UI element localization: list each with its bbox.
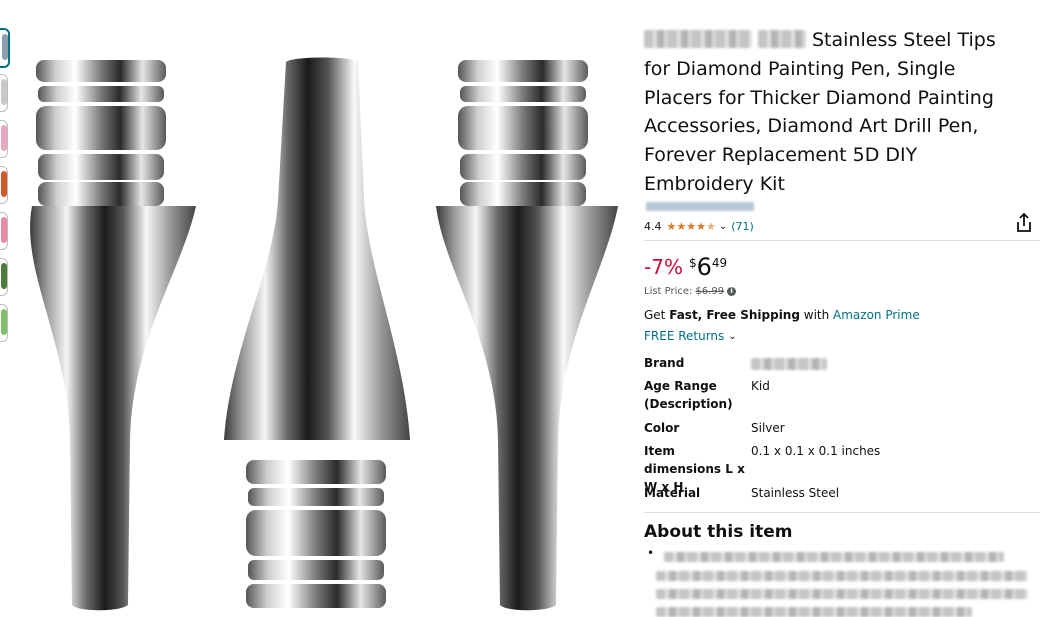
thumbnail-4[interactable] bbox=[0, 166, 8, 204]
redacted-bullet-text bbox=[656, 571, 1028, 581]
redacted-brand-text bbox=[644, 29, 752, 48]
price-block: -7% $ 6 49 bbox=[644, 253, 727, 281]
star-icon: ★ bbox=[696, 220, 706, 233]
spec-key: Brand bbox=[644, 356, 685, 370]
thumbnail-2[interactable] bbox=[0, 74, 8, 112]
tip-middle bbox=[224, 57, 410, 608]
tip-left bbox=[30, 60, 196, 611]
redacted-store-link[interactable] bbox=[646, 202, 754, 211]
spec-value bbox=[751, 354, 827, 372]
list-price-label: List Price: bbox=[644, 286, 693, 297]
thumbnail-1[interactable] bbox=[0, 28, 10, 68]
star-rating: ★ ★ ★ ★ ★ bbox=[667, 221, 716, 232]
redacted-bullet-text bbox=[656, 607, 972, 617]
free-returns-label: FREE Returns bbox=[644, 329, 725, 343]
redacted-brand-text-2 bbox=[758, 29, 806, 48]
thumbnail-6[interactable] bbox=[0, 258, 8, 296]
product-title[interactable]: Stainless Steel Tips for Diamond Paintin… bbox=[644, 26, 1024, 199]
about-heading: About this item bbox=[644, 522, 793, 542]
review-count-link[interactable]: (71) bbox=[731, 220, 754, 233]
tip-right bbox=[436, 60, 618, 611]
spec-key: Age Range (Description) bbox=[644, 379, 733, 411]
spec-key: Material bbox=[644, 486, 701, 500]
spec-value: Kid bbox=[751, 379, 770, 393]
star-half-icon: ★ bbox=[706, 220, 716, 233]
product-image[interactable] bbox=[12, 20, 628, 617]
shipping-with: with bbox=[799, 308, 834, 322]
divider bbox=[644, 240, 1040, 241]
star-icon: ★ bbox=[686, 220, 697, 233]
rating-value: 4.4 bbox=[644, 220, 662, 233]
list-price-value: $6.99 bbox=[695, 286, 725, 297]
spec-value: Stainless Steel bbox=[751, 486, 840, 500]
share-icon[interactable] bbox=[1014, 212, 1034, 234]
info-icon[interactable]: i bbox=[727, 287, 737, 296]
chevron-down-icon[interactable]: ⌄ bbox=[719, 221, 727, 232]
list-price: List Price: $6.99 i bbox=[644, 286, 737, 297]
shipping-prefix: Get bbox=[644, 308, 670, 322]
spec-value: 0.1 x 0.1 x 0.1 inches bbox=[751, 444, 881, 458]
free-returns[interactable]: FREE Returns ⌄ bbox=[644, 329, 737, 343]
discount-percent: -7% bbox=[644, 255, 683, 279]
product-title-text: Stainless Steel Tips for Diamond Paintin… bbox=[644, 29, 996, 195]
price-whole: 6 bbox=[696, 253, 712, 281]
redacted-bullet-text bbox=[656, 589, 1028, 599]
thumbnail-5[interactable] bbox=[0, 212, 8, 250]
redacted-brand-value bbox=[751, 357, 827, 370]
amazon-prime-link[interactable]: Amazon Prime bbox=[833, 308, 920, 322]
price-currency: $ bbox=[688, 256, 697, 270]
rating-row[interactable]: 4.4 ★ ★ ★ ★ ★ ⌄ (71) bbox=[644, 220, 754, 233]
shipping-bold: Fast, Free Shipping bbox=[669, 308, 800, 322]
price-fraction: 49 bbox=[711, 256, 728, 270]
shipping-info: Get Fast, Free Shipping with Amazon Prim… bbox=[644, 308, 920, 322]
spec-value: Silver bbox=[751, 421, 785, 435]
chevron-down-icon: ⌄ bbox=[728, 330, 737, 342]
redacted-bullet-text bbox=[664, 552, 1004, 562]
star-icon: ★ bbox=[666, 220, 677, 233]
bullet-marker: • bbox=[647, 546, 655, 560]
star-icon: ★ bbox=[676, 220, 687, 233]
thumbnail-7[interactable] bbox=[0, 304, 8, 342]
divider bbox=[644, 512, 1040, 513]
spec-key: Color bbox=[644, 421, 680, 435]
thumbnail-3[interactable] bbox=[0, 120, 8, 158]
